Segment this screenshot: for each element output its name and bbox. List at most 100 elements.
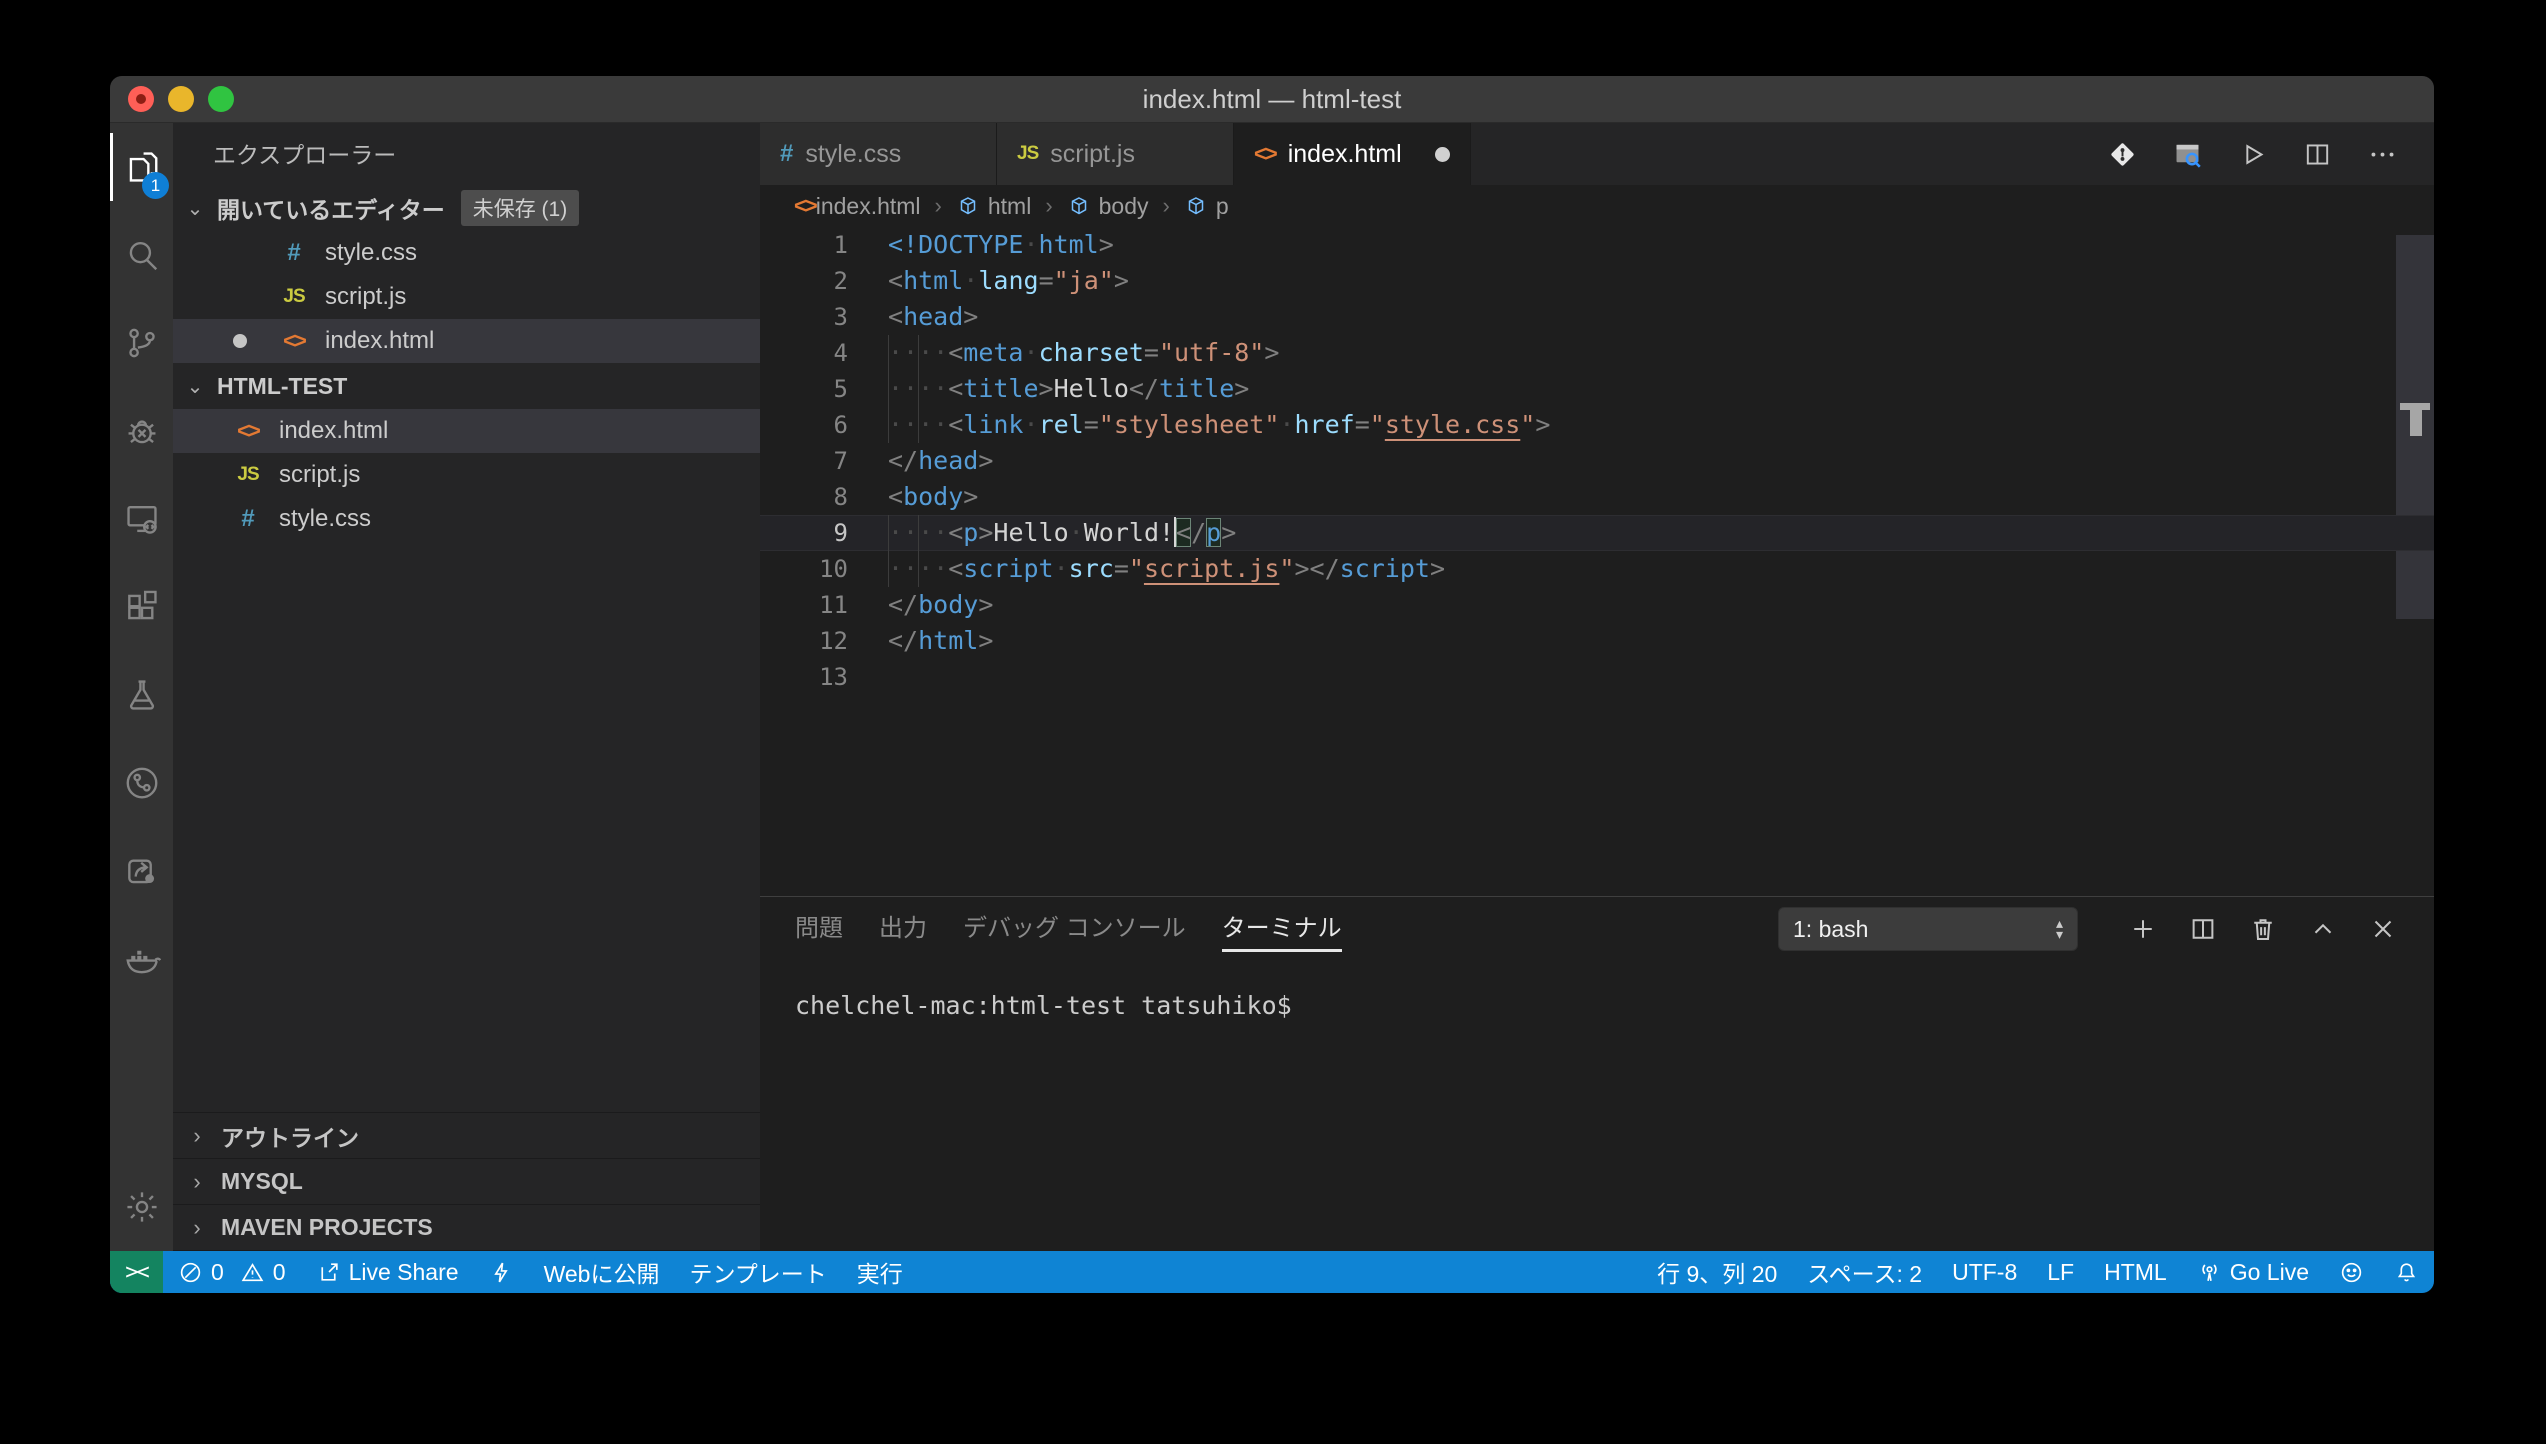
problems-status[interactable]: 0 0 xyxy=(163,1251,301,1293)
open-editor-item[interactable]: #style.css xyxy=(173,231,760,275)
project-header[interactable]: ⌄ HTML-TEST xyxy=(173,363,760,409)
code-line-12[interactable]: 12</html> xyxy=(760,623,2434,659)
remote-indicator[interactable]: >< xyxy=(110,1251,163,1293)
file-name: style.css xyxy=(279,505,371,533)
go-live-button[interactable]: Go Live xyxy=(2182,1251,2324,1293)
tab-style.css[interactable]: #style.css xyxy=(760,123,997,185)
run-file-icon[interactable] xyxy=(2237,139,2268,170)
zoom-button[interactable] xyxy=(208,86,234,112)
encoding-status[interactable]: UTF-8 xyxy=(1937,1251,2032,1293)
code-line-1[interactable]: 1<!DOCTYPE·html> xyxy=(760,227,2434,263)
breadcrumb-separator: › xyxy=(935,193,942,219)
chevron-down-icon: ⌄ xyxy=(173,374,217,399)
panel-tab-ターミナル[interactable]: ターミナル xyxy=(1222,908,1342,952)
more-actions-icon[interactable] xyxy=(2367,139,2398,170)
code-line-4[interactable]: 4····<meta·charset="utf-8"> xyxy=(760,335,2434,371)
sidebar-section-maven-projects[interactable]: ›MAVEN PROJECTS xyxy=(173,1205,760,1251)
kill-terminal-icon[interactable] xyxy=(2248,914,2278,944)
eol-status[interactable]: LF xyxy=(2032,1251,2089,1293)
open-editor-item[interactable]: JSscript.js xyxy=(173,275,760,319)
tree-file-item[interactable]: <>index.html xyxy=(173,409,760,453)
language-status[interactable]: HTML xyxy=(2089,1251,2182,1293)
terminal[interactable]: chelchel-mac:html-test tatsuhiko$ xyxy=(760,963,2434,1251)
code-line-2[interactable]: 2<html·lang="ja"> xyxy=(760,263,2434,299)
live-share-icon[interactable] xyxy=(110,827,173,915)
code-line-3[interactable]: 3<head> xyxy=(760,299,2434,335)
breadcrumb-item[interactable]: html xyxy=(956,193,1031,220)
chevron-down-icon: ⌄ xyxy=(173,196,217,221)
docker-icon[interactable] xyxy=(110,915,173,1003)
code-line-10[interactable]: 10····<script·src="script.js"></script> xyxy=(760,551,2434,587)
notifications-bell-icon[interactable] xyxy=(2379,1251,2434,1293)
feedback-smiley-icon[interactable] xyxy=(2324,1251,2379,1293)
code-line-11[interactable]: 11</body> xyxy=(760,587,2434,623)
split-terminal-icon[interactable] xyxy=(2188,914,2218,944)
extensions-icon[interactable] xyxy=(110,563,173,651)
maximize-panel-icon[interactable] xyxy=(2308,914,2338,944)
tab-index.html[interactable]: <>index.html xyxy=(1234,123,1471,185)
breadcrumb-separator: › xyxy=(1045,193,1052,219)
sidebar-section-mysql[interactable]: ›MYSQL xyxy=(173,1159,760,1205)
line-number: 5 xyxy=(760,371,848,407)
cursor-position[interactable]: 行 9、列 20 xyxy=(1642,1251,1792,1293)
split-editor-icon[interactable] xyxy=(2302,139,2333,170)
code-editor[interactable]: 1<!DOCTYPE·html>2<html·lang="ja">3<head>… xyxy=(760,227,2434,896)
code-line-8[interactable]: 8<body> xyxy=(760,479,2434,515)
file-name: script.js xyxy=(279,461,360,489)
line-number: 10 xyxy=(760,551,848,587)
terminal-shell-select[interactable]: 1: bash ▴▾ xyxy=(1778,907,2078,951)
line-number: 8 xyxy=(760,479,848,515)
badge: 1 xyxy=(142,172,169,199)
panel-tab-問題[interactable]: 問題 xyxy=(795,908,843,952)
line-number: 11 xyxy=(760,587,848,623)
open-editors-label: 開いているエディター xyxy=(217,191,445,225)
thunder-button[interactable] xyxy=(474,1251,529,1293)
breadcrumb-item[interactable]: p xyxy=(1184,193,1229,220)
template-button[interactable]: テンプレート xyxy=(674,1251,841,1293)
warning-icon xyxy=(240,1260,265,1285)
settings-icon[interactable] xyxy=(110,1163,173,1251)
title-bar[interactable]: index.html — html-test xyxy=(110,76,2434,123)
line-number: 3 xyxy=(760,299,848,335)
run-button[interactable]: 実行 xyxy=(842,1251,918,1293)
code-line-13[interactable]: 13 xyxy=(760,659,2434,695)
open-editors-header[interactable]: ⌄ 開いているエディター 未保存 (1) xyxy=(173,185,760,231)
css-icon: # xyxy=(780,140,793,168)
code-line-7[interactable]: 7</head> xyxy=(760,443,2434,479)
minimize-button[interactable] xyxy=(168,86,194,112)
explorer-icon[interactable]: 1 xyxy=(110,123,173,211)
live-share-button[interactable]: Live Share xyxy=(301,1251,474,1293)
indentation-status[interactable]: スペース: 2 xyxy=(1792,1251,1937,1293)
line-number: 7 xyxy=(760,443,848,479)
new-terminal-icon[interactable] xyxy=(2128,914,2158,944)
tab-script.js[interactable]: JSscript.js xyxy=(997,123,1234,185)
code-line-9[interactable]: 9····<p>Hello·World!</p> xyxy=(760,515,2434,551)
panel-tab-デバッグ コンソール[interactable]: デバッグ コンソール xyxy=(963,908,1186,952)
css-icon: # xyxy=(277,239,311,267)
test-beaker-icon[interactable] xyxy=(110,651,173,739)
close-button[interactable] xyxy=(128,86,154,112)
source-control-icon[interactable] xyxy=(110,299,173,387)
code-line-6[interactable]: 6····<link·rel="stylesheet"·href="style.… xyxy=(760,407,2434,443)
git-graph-action-icon[interactable] xyxy=(2107,139,2138,170)
open-preview-icon[interactable] xyxy=(2172,139,2203,170)
chevron-right-icon: › xyxy=(173,1215,221,1241)
remote-explorer-icon[interactable] xyxy=(110,475,173,563)
chevron-right-icon: › xyxy=(173,1123,221,1149)
breadcrumb-item[interactable]: body xyxy=(1067,193,1149,220)
css-icon: # xyxy=(231,505,265,533)
sidebar-section-アウトライン[interactable]: ›アウトライン xyxy=(173,1113,760,1159)
breadcrumb[interactable]: <>index.html›html›body›p xyxy=(760,185,2434,227)
search-icon[interactable] xyxy=(110,211,173,299)
debug-icon[interactable] xyxy=(110,387,173,475)
open-editor-item[interactable]: <>index.html xyxy=(173,319,760,363)
tree-file-item[interactable]: JSscript.js xyxy=(173,453,760,497)
close-panel-icon[interactable] xyxy=(2368,914,2398,944)
panel-tab-出力[interactable]: 出力 xyxy=(879,908,927,952)
publish-web-button[interactable]: Webに公開 xyxy=(529,1251,675,1293)
code-line-5[interactable]: 5····<title>Hello</title> xyxy=(760,371,2434,407)
git-graph-icon[interactable] xyxy=(110,739,173,827)
line-number: 4 xyxy=(760,335,848,371)
tree-file-item[interactable]: # style.css xyxy=(173,497,760,541)
breadcrumb-item[interactable]: <>index.html xyxy=(794,193,921,220)
